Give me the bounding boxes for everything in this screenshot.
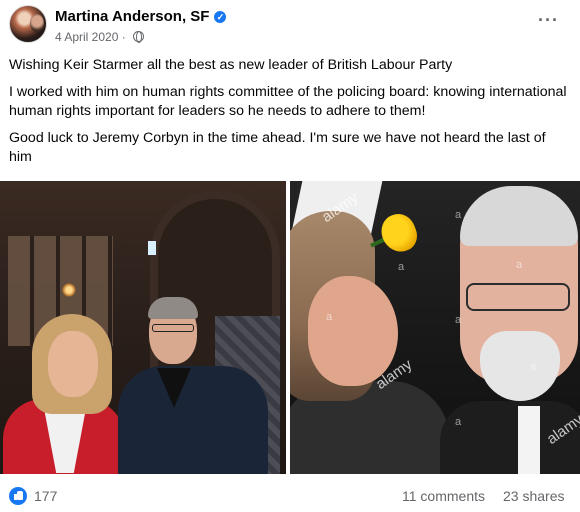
- verified-badge-icon: ✓: [214, 11, 227, 23]
- post-footer: 177 11 comments 23 shares: [0, 480, 580, 512]
- photo-man-glasses: [466, 283, 570, 311]
- like-icon[interactable]: [9, 487, 27, 505]
- photo-yellow-rose: [376, 209, 422, 257]
- post-meta: 4 April 2020 ·: [55, 30, 145, 44]
- watermark: a: [455, 314, 462, 326]
- watermark: a: [455, 416, 462, 428]
- photo-exit-sign: [148, 241, 156, 255]
- shares-count[interactable]: 23 shares: [503, 488, 564, 504]
- watermark: a: [398, 261, 405, 273]
- photo-man-hair: [460, 186, 578, 246]
- author-avatar[interactable]: [9, 5, 47, 43]
- photo-starmer[interactable]: [0, 181, 286, 474]
- photo-woman-face: [48, 331, 98, 397]
- post-paragraph: Wishing Keir Starmer all the best as new…: [9, 57, 453, 73]
- photo-man-hair: [148, 297, 198, 319]
- more-options-icon[interactable]: ···: [538, 11, 558, 32]
- photo-man-jacket: [118, 366, 268, 474]
- photo-man-shirt: [518, 406, 540, 474]
- watermark: a: [530, 361, 537, 373]
- photo-man-glasses: [152, 324, 194, 332]
- watermark: a: [455, 209, 462, 221]
- post-date[interactable]: 4 April 2020 ·: [55, 30, 129, 44]
- author-name[interactable]: Martina Anderson, SF ✓: [55, 8, 227, 25]
- post-photos: alamy alamy alamy a a a a a a a: [0, 181, 580, 474]
- globe-icon: [133, 31, 145, 43]
- post-header: Martina Anderson, SF ✓ 4 April 2020 · ···: [0, 0, 580, 48]
- photo-lamp: [62, 283, 76, 297]
- post-paragraph: I worked with him on human rights commit…: [9, 84, 567, 119]
- post-paragraph: Good luck to Jeremy Corbyn in the time a…: [9, 130, 546, 165]
- comments-count[interactable]: 11 comments: [402, 488, 485, 504]
- watermark: a: [516, 259, 523, 271]
- watermark: a: [326, 311, 333, 323]
- photo-corbyn[interactable]: alamy alamy alamy a a a a a a a: [290, 181, 580, 474]
- photo-man-beard: [480, 331, 560, 401]
- like-count[interactable]: 177: [34, 488, 57, 504]
- post-body: Wishing Keir Starmer all the best as new…: [9, 56, 571, 175]
- author-name-label[interactable]: Martina Anderson, SF: [55, 8, 209, 25]
